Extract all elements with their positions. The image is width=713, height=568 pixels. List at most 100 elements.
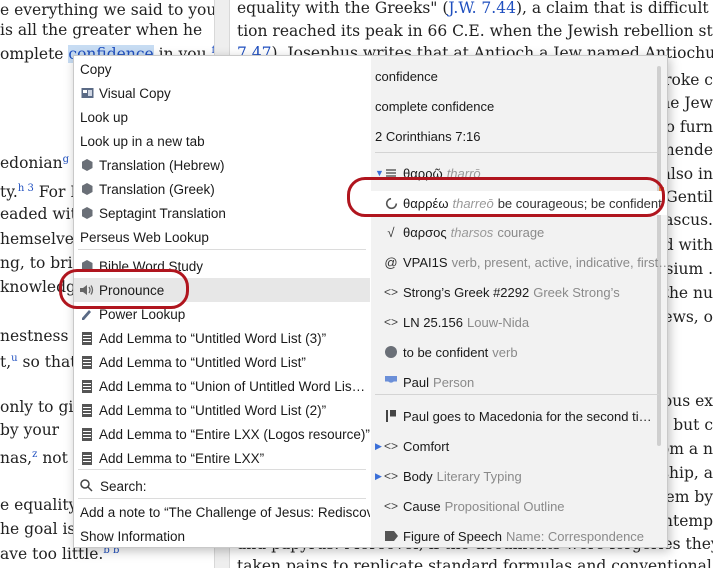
panel-item-main: VPAI1S [403,254,448,270]
menu-item-label: Pronounce [99,282,165,298]
menu-item-copy[interactable]: Copy [74,57,370,81]
at-icon: @ [384,254,398,270]
menu-item-label: Add Lemma to “Untitled Word List (3)” [99,330,327,346]
panel-item-event-paul-macedonia[interactable]: Paul goes to Macedonia for the second ti… [371,404,667,428]
panel-item-main: θαρρῶ [403,165,443,181]
doc-left-line: knowledg [0,277,76,297]
panel-item-lemma-tharreo[interactable]: θαρρέω tharreō be courageous; be confident [371,191,667,215]
code-icon: <> [383,315,398,329]
panel-item-main: Paul [403,374,430,390]
panel-item-strongs-greek[interactable]: <> Strong’s Greek #2292 Greek Strong’s [371,280,667,304]
panel-item-theme-comfort[interactable]: ▶ <> Comfort [371,434,667,458]
selection-header-reference[interactable]: 2 Corinthians 7:16 [375,129,481,144]
menu-item-translation-greek[interactable]: Translation (Greek) [74,177,370,201]
panel-item-description: courage [497,224,545,240]
menu-item-label: Add Lemma to “Untitled Word List” [99,354,306,370]
panel-item-morphology[interactable]: @ VPAI1S verb, present, active, indicative… [371,250,667,274]
chevron-right-icon[interactable]: ▶ [375,471,383,482]
menu-search-row[interactable]: Search: [74,474,370,499]
doc-text-text: e equality. [0,496,81,514]
menu-item-perseus-web-lookup[interactable]: Perseus Web Lookup [74,225,370,249]
doc-text: ), a claim that is difficult to accept [515,0,713,17]
menu-item-septagint-translation[interactable]: Septagint Translation [74,201,370,225]
panel-item-description: Greek Strong’s [533,284,620,300]
hexagon-icon [80,206,94,220]
doc-right-line: equality with the Greeks" (J.W. 7.44), a… [237,0,713,18]
word-list-icon [80,379,94,393]
menu-item-bible-word-study[interactable]: Bible Word Study [74,254,370,278]
menu-item-power-lookup[interactable]: Power Lookup [74,302,370,326]
menu-item-look-up-new-tab[interactable]: Look up in a new tab [74,129,370,153]
menu-item-add-lemma-untitled[interactable]: Add Lemma to “Untitled Word List” [74,350,370,374]
doc-left-line: e equality. [0,495,80,515]
menu-item-label: Add Lemma to “Entire LXX” [99,450,265,466]
reference-link[interactable]: J.W. 7.44 [448,0,516,17]
doc-left-line: ty.h 3 For I [0,179,76,202]
doc-left-line: by your [0,420,59,440]
menu-item-add-lemma-untitled-2[interactable]: Add Lemma to “Untitled Word List (2)” [74,398,370,422]
menu-item-add-lemma-entire-lxx[interactable]: Add Lemma to “Entire LXX” [74,446,370,470]
panel-item-main: Comfort [403,438,450,454]
doc-text: also in [661,165,713,183]
panel-divider [375,394,659,395]
panel-item-louw-nida[interactable]: <> LN 25.156 Louw-Nida [371,310,667,334]
doc-text-text: knowledg [0,278,76,296]
code-icon: <> [383,285,398,299]
menu-item-translation-hebrew[interactable]: Translation (Hebrew) [74,153,370,177]
menu-item-look-up[interactable]: Look up [74,105,370,129]
menu-item-add-lemma-untitled-3[interactable]: Add Lemma to “Untitled Word List (3)” [74,326,370,350]
panel-item-propositional-outline[interactable]: <> Cause Propositional Outline [371,494,667,518]
sense-icon [383,346,399,358]
doc-text-text: by your [0,421,60,439]
panel-item-root-tharsos[interactable]: √ θαρσος tharsos courage [371,220,667,244]
context-menu: Search: Add a note to “The Challenge of … [73,55,668,548]
menu-item-visual-copy[interactable]: Visual Copy [74,81,370,105]
menu-item-add-lemma-entire-lxx-logos[interactable]: Add Lemma to “Entire LXX (Logos resource… [74,422,370,446]
panel-item-person-paul[interactable]: Paul Person [371,370,667,394]
menu-item-label: Look up [80,109,129,125]
menu-item-add-note[interactable]: Add a note to “The Challenge of Jesus: R… [74,500,370,524]
panel-item-main: Body [403,468,433,484]
speaker-icon [80,283,94,297]
panel-item-figure-of-speech[interactable]: Figure of Speech Name: Correspondence [371,524,667,548]
code-icon: <> [383,439,398,453]
menu-item-label: Perseus Web Lookup [80,229,209,245]
panel-item-transliteration: tharsos [450,224,494,240]
menu-item-label: Septagint Translation [99,205,226,221]
panel-item-description: verb, present, active, indicative, first… [451,254,667,270]
word-list-icon [80,427,94,441]
hexagon-icon [80,158,94,172]
list-icon [383,168,399,178]
doc-text: tion reached its peak in 66 C.E. when th… [237,22,713,40]
root-icon: √ [387,224,395,240]
menu-separator [78,469,366,470]
flag-icon [383,410,399,422]
doc-text-pre: omplete [0,45,69,64]
panel-item-sense[interactable]: to be confident verb [371,340,667,364]
menu-item-label: Visual Copy [99,85,171,101]
chevron-down-icon[interactable]: ▼ [375,168,384,178]
menu-item-add-lemma-union[interactable]: Add Lemma to “Union of Untitled Word Lis… [74,374,370,398]
doc-text-text: hemselves [0,230,82,248]
panel-item-main: LN 25.156 [403,314,463,330]
menu-item-label: Power Lookup [99,306,186,322]
doc-right-line: the nu [663,283,713,303]
menu-search-label: Search: [100,479,147,494]
panel-item-literary-typing[interactable]: ▶ <> Body Literary Typing [371,464,667,488]
menu-item-label: Bible Word Study [99,258,204,274]
doc-text-text: edonian [0,154,63,173]
panel-item-main: θαρρέω [403,195,449,211]
tag-icon [383,531,399,541]
selection-header-word[interactable]: confidence [375,69,438,84]
doc-text-text: ty. [0,183,18,202]
doc-right-line: Gentil [665,187,713,207]
person-icon [383,376,399,388]
selection-header-phrase[interactable]: complete confidence [375,99,494,114]
chevron-right-icon[interactable]: ▶ [375,441,383,452]
context-menu-selection-panel: confidence complete confidence 2 Corinth… [371,56,667,547]
menu-item-show-information[interactable]: Show Information [74,524,370,548]
menu-item-pronounce[interactable]: Pronounce [74,278,370,302]
panel-item-lemma-tharro[interactable]: ▼ θαρρῶ tharrō [371,161,667,185]
word-list-icon [80,355,94,369]
menu-separator [78,498,366,499]
